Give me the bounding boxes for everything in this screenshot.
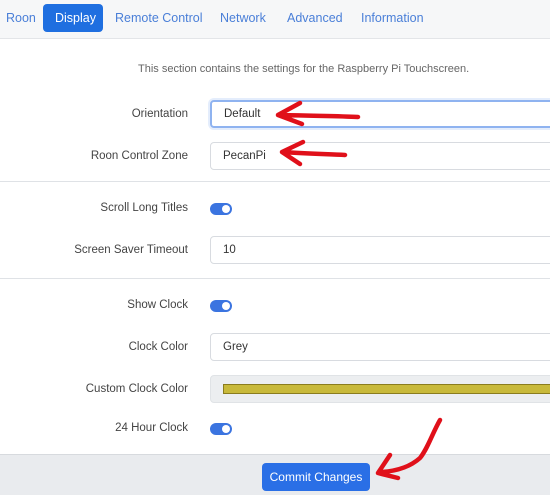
show-clock-toggle[interactable] — [210, 300, 232, 312]
settings-tab-bar: Roon Display Remote Control Network Adva… — [0, 0, 550, 38]
tab-display[interactable]: Display — [43, 4, 103, 32]
roon-control-zone-label: Roon Control Zone — [90, 150, 188, 162]
tab-roon[interactable]: Roon — [6, 4, 36, 32]
tab-network[interactable]: Network — [220, 4, 266, 32]
screen-saver-timeout-input[interactable]: 10 — [210, 236, 550, 264]
show-clock-label: Show Clock — [127, 299, 188, 311]
toggle-knob — [222, 205, 230, 213]
section-description: This section contains the settings for t… — [138, 63, 470, 75]
custom-clock-color-label: Custom Clock Color — [85, 383, 188, 395]
roon-control-zone-select[interactable]: PecanPi — [210, 142, 550, 170]
24-hour-clock-toggle[interactable] — [210, 423, 232, 435]
orientation-label: Orientation — [131, 108, 188, 120]
custom-clock-color-picker[interactable] — [210, 375, 550, 403]
toggle-knob — [222, 425, 230, 433]
tab-remote-control[interactable]: Remote Control — [115, 4, 203, 32]
orientation-select[interactable]: Default — [210, 100, 550, 128]
commit-changes-button[interactable]: Commit Changes — [262, 463, 370, 491]
screen-saver-timeout-label: Screen Saver Timeout — [74, 244, 188, 256]
tab-advanced[interactable]: Advanced — [287, 4, 343, 32]
24-hour-clock-label: 24 Hour Clock — [115, 422, 188, 434]
section-divider — [0, 181, 550, 182]
scroll-long-titles-toggle[interactable] — [210, 203, 232, 215]
section-divider — [0, 278, 550, 279]
clock-color-label: Clock Color — [128, 341, 188, 353]
clock-color-select[interactable]: Grey — [210, 333, 550, 361]
tab-information[interactable]: Information — [361, 4, 424, 32]
scroll-long-titles-label: Scroll Long Titles — [100, 202, 188, 214]
footer-bar: Commit Changes — [0, 454, 550, 495]
color-swatch — [223, 384, 550, 394]
display-settings-panel: This section contains the settings for t… — [0, 38, 550, 455]
toggle-knob — [222, 302, 230, 310]
